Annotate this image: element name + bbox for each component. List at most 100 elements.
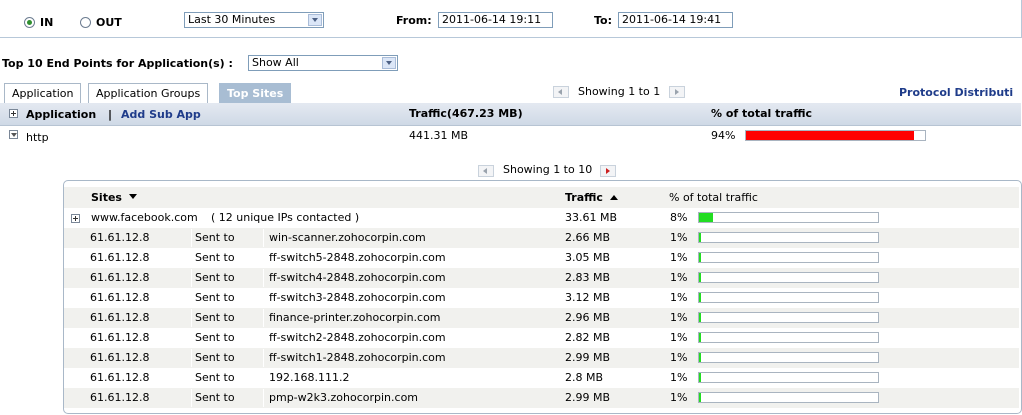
percent-column-header: % of total traffic — [669, 191, 758, 204]
row-percent: 1% — [670, 291, 688, 304]
row-host: ff-switch5-2848.zohocorpin.com — [269, 251, 446, 264]
row-action: Sent to — [195, 271, 235, 284]
site-percent-bar — [698, 212, 879, 223]
site-name[interactable]: www.facebook.com — [91, 211, 198, 224]
column-divider — [191, 229, 192, 247]
table-row: 61.61.12.8 Sent to ff-switch3-2848.zohocor… — [64, 288, 1019, 308]
row-ip: 61.61.12.8 — [90, 291, 150, 304]
from-date-field[interactable]: 2011-06-14 19:11 — [438, 12, 553, 28]
row-percent-bar-fill — [699, 233, 701, 242]
row-action: Sent to — [195, 231, 235, 244]
traffic-column-header[interactable]: Traffic — [565, 191, 603, 204]
row-percent-bar-fill — [699, 373, 701, 382]
column-divider — [263, 329, 264, 347]
row-ip: 61.61.12.8 — [90, 351, 150, 364]
row-host: ff-switch1-2848.zohocorpin.com — [269, 351, 446, 364]
to-date-field[interactable]: 2011-06-14 19:41 — [618, 12, 733, 28]
row-percent-bar — [698, 292, 879, 303]
site-percent-bar-fill — [699, 213, 714, 222]
tab-application[interactable]: Application — [4, 83, 82, 103]
column-divider — [263, 269, 264, 287]
site-row: www.facebook.com ( 12 unique IPs contact… — [64, 208, 1019, 228]
row-host: ff-switch3-2848.zohocorpin.com — [269, 291, 446, 304]
chevron-down-icon — [308, 14, 322, 26]
row-percent: 1% — [670, 391, 688, 404]
column-divider — [191, 389, 192, 407]
row-traffic: 2.96 MB — [565, 311, 611, 324]
row-percent: 1% — [670, 251, 688, 264]
row-traffic: 2.99 MB — [565, 351, 611, 364]
radio-in-label: IN — [40, 16, 54, 29]
row-host: ff-switch4-2848.zohocorpin.com — [269, 271, 446, 284]
row-percent: 1% — [670, 231, 688, 244]
table-row: 61.61.12.8 Sent to ff-switch2-2848.zohocor… — [64, 328, 1019, 348]
row-percent: 1% — [670, 371, 688, 384]
tab-top-sites[interactable]: Top Sites — [219, 83, 292, 103]
row-percent-bar — [698, 352, 879, 363]
add-sub-app-link[interactable]: Add Sub App — [121, 108, 201, 121]
row-traffic: 3.05 MB — [565, 251, 611, 264]
endpoints-select-value: Show All — [252, 56, 299, 69]
inner-prev-page-button[interactable] — [478, 165, 494, 177]
header-traffic: Traffic(467.23 MB) — [409, 107, 523, 120]
sites-column-header[interactable]: Sites — [91, 191, 122, 204]
next-page-button[interactable] — [669, 86, 685, 98]
row-action: Sent to — [195, 391, 235, 404]
row-percent-bar-fill — [699, 333, 701, 342]
column-divider — [263, 349, 264, 367]
table-row: 61.61.12.8 Sent to 192.168.111.2 2.8 MB 1% — [64, 368, 1019, 388]
expand-all-icon[interactable] — [9, 109, 18, 118]
row-ip: 61.61.12.8 — [90, 311, 150, 324]
time-range-value: Last 30 Minutes — [188, 13, 276, 26]
column-divider — [263, 389, 264, 407]
row-action: Sent to — [195, 251, 235, 264]
endpoints-select[interactable]: Show All — [248, 55, 398, 71]
collapse-icon[interactable] — [9, 130, 18, 139]
row-host: finance-printer.zohocorpin.com — [269, 311, 441, 324]
header-separator: | — [108, 108, 113, 121]
prev-page-button[interactable] — [553, 86, 569, 98]
inner-next-page-button[interactable] — [600, 165, 616, 177]
row-ip: 61.61.12.8 — [90, 231, 150, 244]
row-ip: 61.61.12.8 — [90, 391, 150, 404]
table-row: 61.61.12.8 Sent to win-scanner.zohocorpin.… — [64, 228, 1019, 248]
time-range-select[interactable]: Last 30 Minutes — [184, 12, 324, 28]
expand-site-icon[interactable] — [71, 214, 80, 223]
tab-application-groups-label: Application Groups — [96, 87, 201, 100]
tab-application-label: Application — [12, 87, 74, 100]
row-host: ff-switch2-2848.zohocorpin.com — [269, 331, 446, 344]
radio-out[interactable] — [80, 17, 91, 28]
row-ip: 61.61.12.8 — [90, 251, 150, 264]
row-host: win-scanner.zohocorpin.com — [269, 231, 426, 244]
row-percent-bar-fill — [699, 313, 701, 322]
table-row: 61.61.12.8 Sent to ff-switch5-2848.zohocor… — [64, 248, 1019, 268]
header-percent: % of total traffic — [711, 107, 813, 120]
protocol-distribution-link[interactable]: Protocol Distributi — [899, 86, 1013, 99]
row-action: Sent to — [195, 351, 235, 364]
table-row: 61.61.12.8 Sent to finance-printer.zohocor… — [64, 308, 1019, 328]
table-row: 61.61.12.8 Sent to ff-switch1-2848.zohocor… — [64, 348, 1019, 368]
top-pager-text: Showing 1 to 1 — [578, 85, 661, 98]
app-percent-bar-fill — [746, 131, 915, 140]
row-traffic: 2.8 MB — [565, 371, 604, 384]
from-date-value: 2011-06-14 19:11 — [442, 13, 542, 26]
table-row: 61.61.12.8 Sent to ff-switch4-2848.zohocor… — [64, 268, 1019, 288]
row-percent: 1% — [670, 331, 688, 344]
tab-top-sites-label: Top Sites — [227, 87, 284, 100]
column-divider — [191, 249, 192, 267]
row-percent-bar — [698, 252, 879, 263]
to-label: To: — [594, 14, 612, 27]
column-divider — [191, 309, 192, 327]
site-percent: 8% — [670, 211, 688, 224]
row-percent-bar — [698, 332, 879, 343]
header-application: Application — [26, 108, 97, 121]
row-percent-bar-fill — [699, 293, 701, 302]
radio-in[interactable] — [24, 17, 35, 28]
table-row: 61.61.12.8 Sent to pmp-w2k3.zohocorpin.com… — [64, 388, 1019, 408]
row-traffic: 2.66 MB — [565, 231, 611, 244]
row-traffic: 2.99 MB — [565, 391, 611, 404]
site-note: ( 12 unique IPs contacted ) — [211, 211, 360, 224]
column-divider — [191, 289, 192, 307]
column-divider — [263, 369, 264, 387]
tab-application-groups[interactable]: Application Groups — [88, 83, 209, 103]
